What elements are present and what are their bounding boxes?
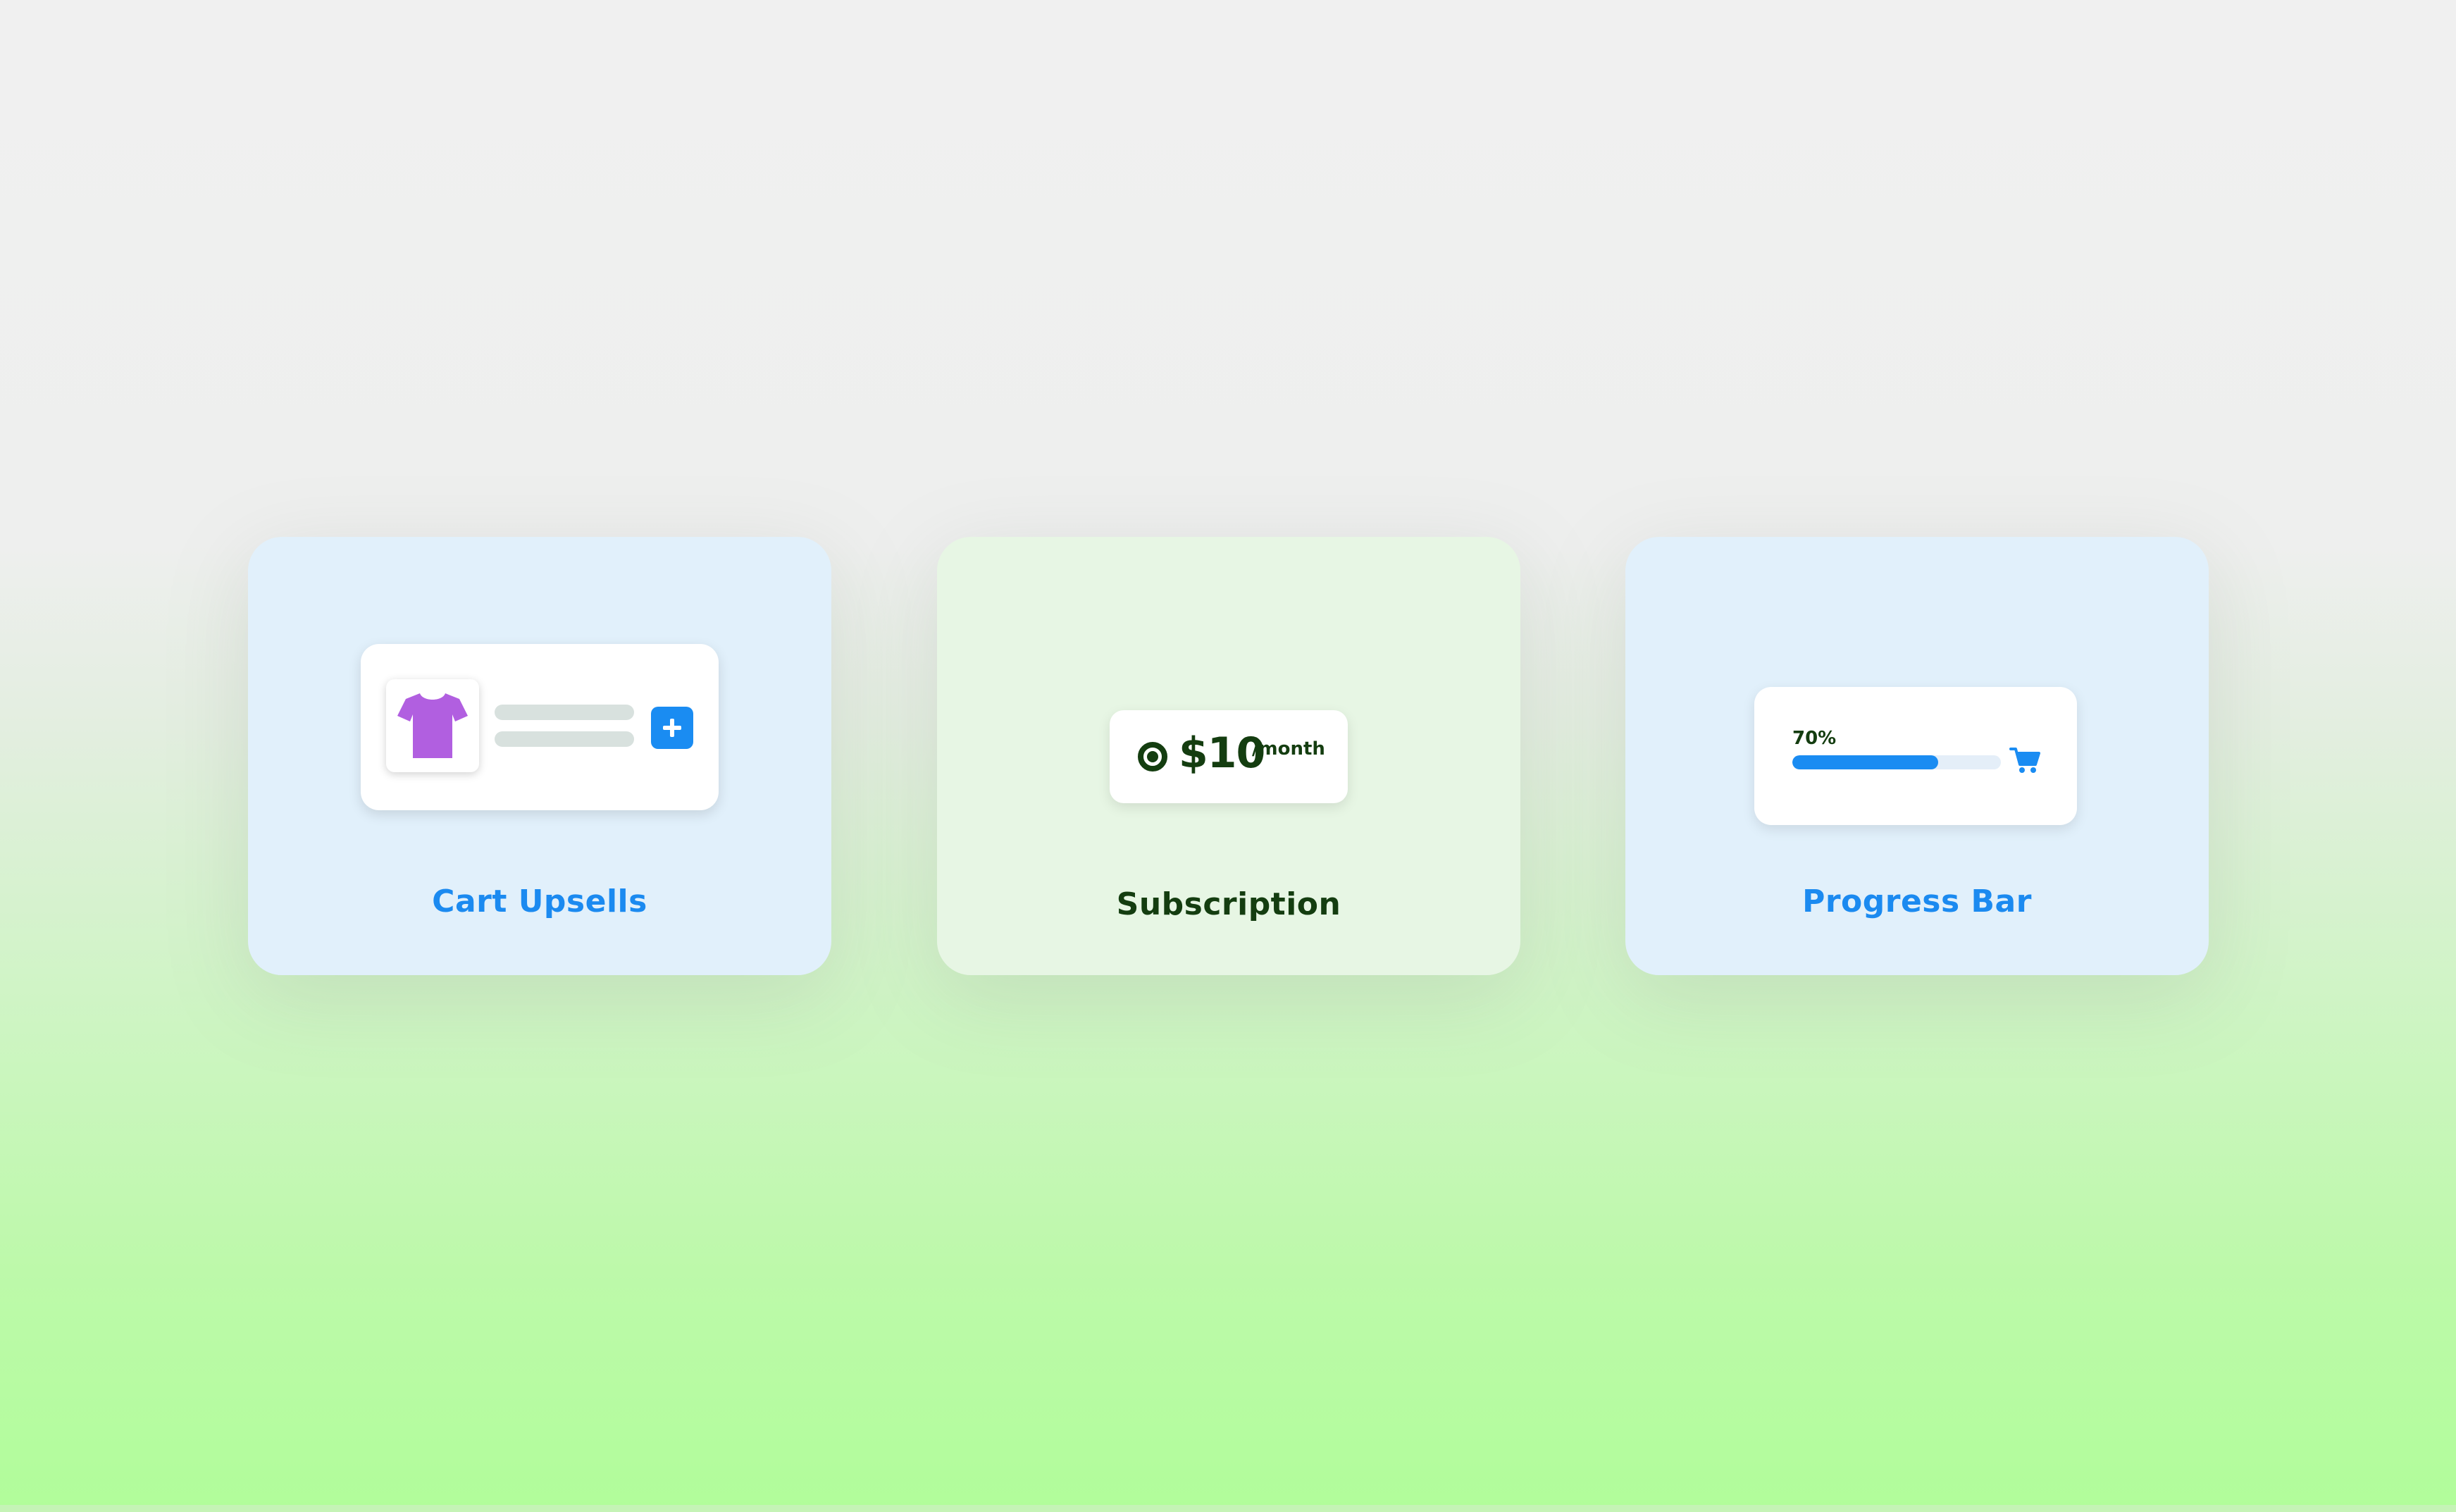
card-title: Cart Upsells — [432, 884, 647, 919]
plus-icon — [663, 719, 681, 737]
card-title: Progress Bar — [1802, 884, 2032, 919]
cart-icon[interactable] — [2009, 746, 2040, 774]
subscription-period: /month — [1252, 738, 1325, 760]
subscription-card[interactable]: $10 /month Subscription — [937, 537, 1520, 975]
product-price-placeholder — [495, 731, 634, 747]
tshirt-icon — [397, 693, 468, 758]
progress-widget: 70% — [1754, 687, 2077, 825]
product-title-placeholder — [495, 705, 634, 720]
card-title: Subscription — [1116, 886, 1341, 922]
subscription-radio[interactable] — [1138, 742, 1167, 772]
progress-fill — [1792, 755, 1939, 769]
subscription-widget: $10 /month — [1110, 710, 1348, 803]
progress-bar-card[interactable]: 70% Progress Bar — [1625, 537, 2209, 975]
cart-upsells-card[interactable]: Cart Upsells — [248, 537, 831, 975]
bottom-strip — [0, 1505, 2456, 1512]
upsell-widget — [361, 644, 719, 810]
product-thumbnail — [386, 679, 479, 772]
progress-track — [1792, 755, 2001, 769]
progress-percent-label: 70% — [1792, 728, 1837, 749]
add-upsell-button[interactable] — [651, 707, 693, 749]
